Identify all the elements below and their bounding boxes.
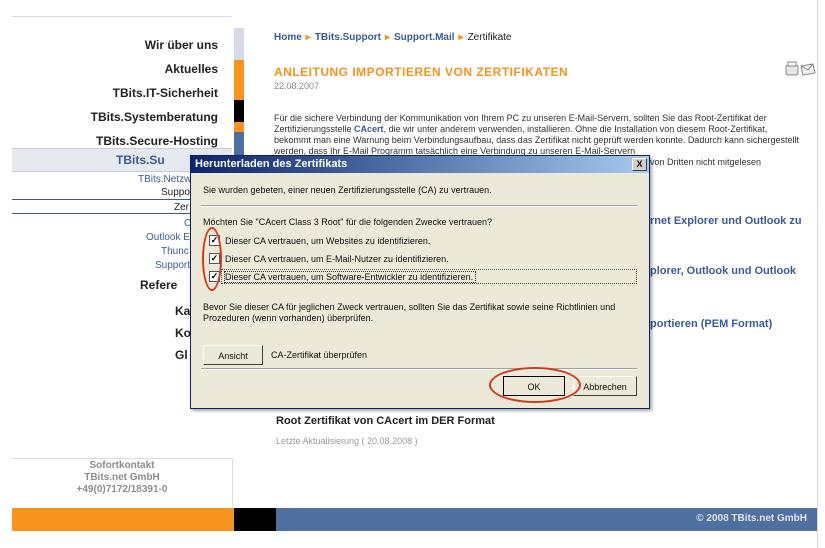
sidebar-item-secure-hosting[interactable]: TBits.Secure-Hosting xyxy=(96,134,218,148)
breadcrumb-arrow-icon: ▸ xyxy=(384,32,390,43)
download-certificate-dialog: Herunterladen des Zertifikats X Sie wurd… xyxy=(190,155,650,409)
footer-blue: © 2008 TBits.net GmbH xyxy=(276,508,817,531)
right-edge-rule xyxy=(817,0,818,548)
sofortkontakt-company: TBits.net GmbH xyxy=(84,472,160,483)
dialog-titlebar[interactable]: Herunterladen des Zertifikats X xyxy=(191,156,649,173)
dialog-advice: Bevor Sie dieser CA für jeglichen Zweck … xyxy=(203,302,616,323)
sidebar-sub-item[interactable]: Thunc xyxy=(161,246,189,257)
sidebar-sub-item[interactable]: Suppo xyxy=(161,187,190,198)
breadcrumb: Home ▸ TBits.Support ▸ Support.Mail ▸ Zertifik… xyxy=(274,32,511,43)
dialog-separator xyxy=(201,368,637,370)
sofortkontakt: Sofortkontakt TBits.net GmbH +49(0)7172/… xyxy=(12,460,232,496)
guide-link-pem[interactable]: portieren (PEM Format) xyxy=(650,318,772,330)
checkbox-websites[interactable]: ✓ Dieser CA vertrauen, um Websites zu id… xyxy=(209,235,430,246)
print-mail-icon[interactable] xyxy=(783,60,819,80)
sidebar-sub-item[interactable]: Support xyxy=(155,260,190,271)
dialog-question: Möchten Sie "CAcert Class 3 Root" für di… xyxy=(203,217,493,227)
breadcrumb-current: Zertifikate xyxy=(467,32,512,43)
last-updated: Letzte Aktualisierung ( 20.08.2008 ) xyxy=(276,436,418,446)
dialog-intro: Sie wurden gebeten, einer neuen Zertifiz… xyxy=(203,185,492,195)
breadcrumb-arrow-icon: ▸ xyxy=(305,32,311,43)
sidebar-item-ko[interactable]: Ko xyxy=(175,326,191,340)
guide-link-ie-outlook-express[interactable]: plorer, Outlook und Outlook xyxy=(650,265,796,277)
sidebar-sub-item[interactable]: Outlook Ex xyxy=(146,232,195,243)
focus-outline xyxy=(221,269,637,284)
breadcrumb-home[interactable]: Home xyxy=(274,32,302,43)
sidebar-item-systemberatung[interactable]: TBits.Systemberatung xyxy=(91,110,218,124)
checkbox-label: Dieser CA vertrauen, um Websites zu iden… xyxy=(225,235,431,246)
intro-text-tail: von Dritten nicht mitgelesen xyxy=(650,157,762,167)
intro-text-2: , die wir unter anderem verwenden, insta… xyxy=(274,124,799,156)
breadcrumb-support[interactable]: TBits.Support xyxy=(315,32,381,43)
sidebar-bottom-rule xyxy=(12,458,232,459)
checkbox-label: Dieser CA vertrauen, um E-Mail-Nutzer zu… xyxy=(225,253,449,264)
footer-black xyxy=(234,508,276,531)
sofortkontakt-phone: +49(0)7172/18391-0 xyxy=(76,484,168,495)
sidebar-item-wir-ueber-uns[interactable]: Wir über uns xyxy=(145,38,218,52)
sidebar-sub-item[interactable]: Zer xyxy=(174,202,189,213)
sidebar-item-aktuelles[interactable]: Aktuelles xyxy=(165,62,218,76)
sidebar-item-gl[interactable]: Gl xyxy=(175,348,188,362)
page-date: 22.08.2007 xyxy=(274,81,320,91)
view-button[interactable]: Ansicht xyxy=(203,345,263,365)
dialog-title: Herunterladen des Zertifikats xyxy=(195,158,348,170)
breadcrumb-support-mail[interactable]: Support.Mail xyxy=(394,32,455,43)
checkbox-highlight-ellipse xyxy=(202,227,222,291)
sidebar-color-bar xyxy=(234,100,244,122)
sidebar-item-it-sicherheit[interactable]: TBits.IT-Sicherheit xyxy=(113,86,218,100)
footer-orange xyxy=(12,508,234,531)
guide-link-ie-outlook[interactable]: rnet Explorer und Outlook zu xyxy=(650,215,802,227)
sidebar-item-referenzen[interactable]: Refere xyxy=(140,278,177,292)
close-icon[interactable]: X xyxy=(632,158,647,171)
cancel-button[interactable]: Abbrechen xyxy=(573,376,637,396)
intro-paragraph: Für die sichere Verbindung der Kommunika… xyxy=(274,113,804,157)
footer-copyright: © 2008 TBits.net GmbH xyxy=(696,513,807,524)
sidebar-color-bar xyxy=(234,28,244,60)
sidebar-color-bar xyxy=(234,60,244,100)
sofortkontakt-title: Sofortkontakt xyxy=(89,460,155,471)
root-cert-der-link[interactable]: Root Zertifikat von CAcert im DER Format xyxy=(276,415,495,427)
page-title: ANLEITUNG IMPORTIEREN VON ZERTIFIKATEN xyxy=(274,65,569,79)
sidebar-item-active-label: TBits.Su xyxy=(116,153,165,167)
breadcrumb-arrow-icon: ▸ xyxy=(458,32,464,43)
view-label: CA-Zertifikat überprüfen xyxy=(271,350,368,360)
sidebar-color-bar xyxy=(234,122,244,132)
sidebar-right-rule xyxy=(232,458,233,508)
cacert-link[interactable]: CAcert xyxy=(354,124,384,134)
dialog-separator xyxy=(201,205,637,207)
ok-highlight-ellipse xyxy=(489,367,581,403)
checkbox-email-users[interactable]: ✓ Dieser CA vertrauen, um E-Mail-Nutzer … xyxy=(209,253,449,264)
